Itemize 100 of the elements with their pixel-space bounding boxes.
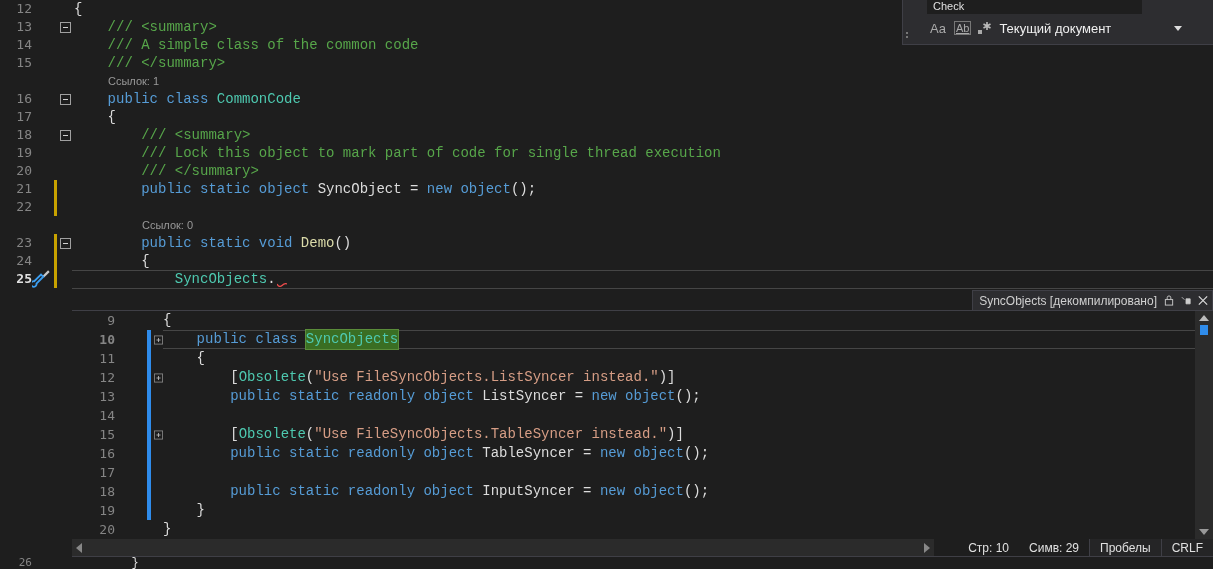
collapse-icon[interactable]	[60, 237, 71, 249]
comment-text: /// </summary>	[140, 162, 259, 180]
keyword-text: public static object	[140, 180, 311, 198]
scrollbar[interactable]	[1195, 311, 1213, 539]
type-name: SyncObjects	[173, 270, 268, 288]
line-number: 20	[98, 521, 115, 539]
line-number: 17	[15, 108, 32, 126]
scroll-thumb[interactable]	[1200, 325, 1208, 335]
code-text: (	[305, 425, 315, 444]
scroll-right-icon[interactable]	[924, 542, 931, 553]
collapse-icon[interactable]	[154, 334, 163, 345]
line-number: 10	[98, 331, 115, 349]
scroll-down-icon[interactable]	[1199, 529, 1209, 535]
code-text: ();	[510, 180, 537, 198]
keyword-text: public class	[195, 330, 299, 349]
keyword-text: public static void	[140, 234, 294, 252]
collapse-icon[interactable]	[154, 429, 163, 440]
code-text: {	[106, 108, 116, 126]
code-text: {	[74, 0, 83, 18]
line-number: 13	[15, 18, 32, 36]
comment-text: /// A simple class of the common code	[106, 36, 419, 54]
status-button[interactable]: Пробелы	[1089, 539, 1161, 556]
line-number: 15	[15, 54, 32, 72]
code-text: }	[195, 501, 205, 520]
line-number: 12	[15, 0, 32, 18]
line-number: 9	[106, 312, 115, 330]
line-number: 22	[15, 198, 32, 216]
line-number: 20	[15, 162, 32, 180]
keyword-text: public static readonly object	[229, 387, 475, 406]
references-link[interactable]: Ссылок: 0	[142, 219, 194, 231]
code-text: ();	[683, 444, 710, 463]
code-text: [	[229, 368, 239, 387]
comment-text: /// <summary>	[140, 126, 251, 144]
code-text: ()	[334, 234, 352, 252]
comment-text: /// Lock this object to mark part of code for single thread execution	[140, 144, 721, 162]
code-text: TableSyncer =	[482, 444, 593, 463]
keyword-text: public static readonly object	[229, 482, 475, 501]
references-link[interactable]: Ссылок: 1	[108, 75, 160, 87]
collapse-icon[interactable]	[60, 93, 71, 105]
keyword-text: public class	[106, 90, 210, 108]
line-number: 24	[15, 252, 32, 270]
line-number: 14	[15, 36, 32, 54]
code-text: )]	[667, 425, 684, 444]
line-number: 16	[15, 90, 32, 108]
method-name: Demo	[300, 234, 335, 252]
line-number: 16	[98, 445, 115, 463]
close-icon[interactable]	[1198, 295, 1208, 306]
code-text: {	[195, 349, 205, 368]
search-field[interactable]: Check	[927, 0, 1142, 14]
highlighted-symbol: SyncObjects	[305, 330, 399, 349]
line-number: 13	[98, 388, 115, 406]
collapse-icon[interactable]	[60, 21, 71, 33]
status-text: Стр: 10	[967, 540, 1010, 555]
collapse-icon[interactable]	[60, 129, 71, 141]
line-number: 26	[17, 557, 32, 569]
string-literal: "Use FileSyncObjects.TableSyncer instead."	[314, 425, 668, 444]
horizontal-scrollbar[interactable]	[72, 539, 935, 556]
search-option-toggle[interactable]: Ab	[953, 21, 972, 35]
lock-icon[interactable]	[1164, 295, 1174, 306]
line-number: 19	[15, 144, 32, 162]
search-option-toggle[interactable]: Aa	[929, 20, 947, 36]
screwdriver-icon[interactable]	[32, 270, 50, 288]
keyword-text: public static readonly object	[229, 444, 475, 463]
code-text: {	[140, 252, 150, 270]
line-number: 18	[15, 126, 32, 144]
caret-icon[interactable]	[1174, 25, 1183, 31]
code-text: )]	[658, 368, 676, 387]
type-name: Obsolete	[238, 368, 306, 387]
line-number: 17	[98, 464, 115, 482]
status-button[interactable]: CRLF	[1160, 539, 1213, 556]
peek-title: SyncObjects [декомпилировано]	[979, 293, 1157, 308]
code-text: ();	[683, 482, 710, 501]
status-text: Симв: 29	[1028, 540, 1081, 555]
code-text: InputSyncer =	[482, 482, 593, 501]
keyword-text: new object	[599, 444, 684, 463]
keyword-text: new object	[426, 180, 511, 198]
keyword-text: new object	[599, 482, 684, 501]
line-number: 18	[98, 483, 115, 501]
code-text: .	[267, 270, 276, 288]
line-number: 11	[98, 350, 115, 368]
line-number: 15	[98, 426, 115, 444]
line-number: 19	[98, 502, 115, 520]
code-text: ();	[675, 387, 701, 406]
scroll-up-icon[interactable]	[1199, 315, 1209, 321]
line-number: 23	[15, 234, 32, 252]
code-text: }	[130, 557, 139, 569]
code-text: {	[163, 311, 172, 330]
keyword-text: new object	[591, 387, 676, 406]
string-literal: "Use FileSyncObjects.ListSyncer instead."	[314, 368, 659, 387]
scope-dropdown[interactable]: Текущий документ	[999, 20, 1168, 36]
code-text: }	[163, 520, 172, 539]
type-name: Obsolete	[238, 425, 306, 444]
collapse-icon[interactable]	[154, 372, 163, 383]
comment-text: /// <summary>	[106, 18, 217, 36]
scroll-left-icon[interactable]	[76, 542, 82, 553]
line-number: 14	[98, 407, 115, 425]
regex-icon[interactable]	[978, 21, 993, 35]
comment-text: /// </summary>	[106, 54, 226, 72]
code-text: ListSyncer =	[482, 387, 585, 406]
code-text: SyncObject =	[317, 180, 420, 198]
